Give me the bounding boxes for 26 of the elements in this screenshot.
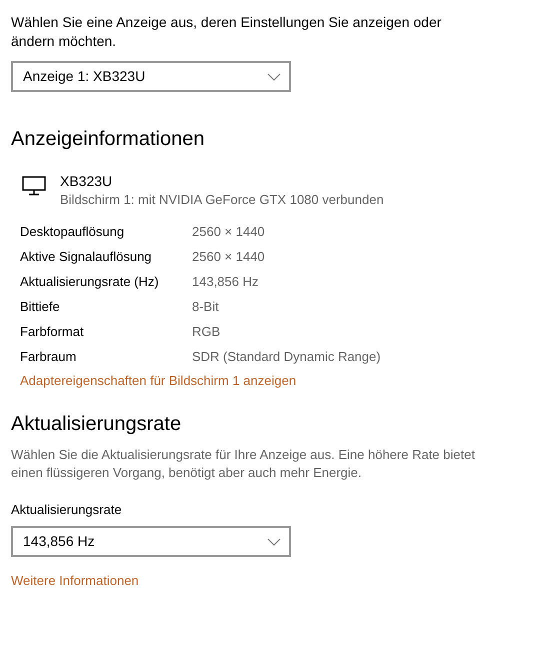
chevron-down-icon [267, 72, 281, 80]
description-text: Wählen Sie die Aktualisierungsrate für Ihre Anzeige aus. Eine höhere Rate bietet einen flüssigeren Vorgang, benötigt aber auch mehr Energie. [11, 446, 476, 482]
section-heading: Aktualisierungsrate [11, 412, 182, 437]
display-dropdown[interactable]: Anzeige 1: XB323U [11, 61, 291, 92]
section-heading: Anzeigeinformationen [11, 127, 206, 152]
info-value: RGB [192, 322, 220, 341]
adapter-properties-link[interactable]: Adaptereigenschaften für Bildschirm 1 anzeigen [20, 371, 296, 390]
refresh-rate-dropdown[interactable]: 143,856 Hz [11, 526, 291, 557]
info-value: SDR (Standard Dynamic Range) [192, 348, 381, 366]
info-label: Aktualisierungsrate (Hz) [20, 272, 160, 291]
monitor-subtitle: Bildschirm 1: mit NVIDIA GeForce GTX 1080 verbunden [60, 191, 384, 209]
info-label: Desktopauflösung [20, 222, 126, 241]
info-label: Farbformat [20, 322, 85, 341]
monitor-icon [22, 176, 46, 196]
field-label: Aktualisierungsrate [11, 501, 123, 519]
intro-text: Wählen Sie eine Anzeige aus, deren Einstellungen Sie anzeigen oder ändern möchten. [11, 13, 442, 51]
info-label: Bittiefe [20, 298, 61, 316]
more-info-link[interactable]: Weitere Informationen [11, 571, 139, 590]
info-label: Farbraum [20, 348, 78, 366]
chevron-down-icon [267, 538, 281, 546]
info-value: 2560 × 1440 [192, 222, 265, 241]
info-label: Aktive Signalauflösung [20, 248, 153, 266]
info-value: 2560 × 1440 [192, 248, 265, 266]
info-value: 143,856 Hz [192, 272, 258, 291]
info-value: 8-Bit [192, 298, 219, 316]
monitor-name: XB323U [60, 172, 114, 190]
